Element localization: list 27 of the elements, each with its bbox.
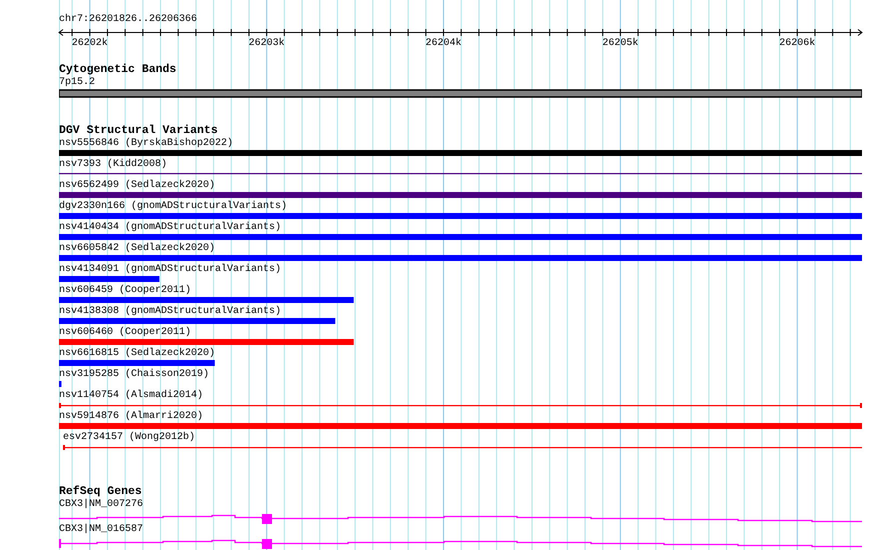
feature-label: CBX3|NM_016587 [59, 524, 144, 536]
track-title: DGV Structural Variants [59, 125, 218, 137]
feature-label: nsv6616815 (Sedlazeck2020) [59, 348, 216, 360]
feature-label: nsv4134091 (gnomADStructuralVariants) [59, 264, 282, 276]
tick-label: 26202k [72, 38, 108, 49]
feature-label: nsv3195285 (Chaisson2019) [59, 369, 210, 381]
feature-label: nsv4138308 (gnomADStructuralVariants) [59, 306, 282, 318]
feature-label: dgv2330n166 (gnomADStructuralVariants) [59, 201, 288, 213]
feature-label: nsv1140754 (Alsmadi2014) [59, 390, 204, 402]
tick-label: 26204k [426, 38, 462, 49]
feature-label: nsv6562499 (Sedlazeck2020) [59, 180, 216, 192]
feature-label: nsv606460 (Cooper2011) [59, 327, 192, 339]
tick-label: 26205k [602, 38, 638, 49]
track-title: RefSeq Genes [59, 486, 142, 498]
tick-label: 26206k [779, 38, 816, 49]
feature-label: nsv7393 (Kidd2008) [59, 159, 168, 171]
track-title: Cytogenetic Bands [59, 64, 176, 76]
feature-label: nsv6605842 (Sedlazeck2020) [59, 243, 216, 255]
feature-label: nsv606459 (Cooper2011) [59, 285, 192, 297]
feature-label: CBX3|NM_007276 [59, 499, 144, 511]
feature-label: 7p15.2 [59, 77, 96, 89]
feature-label: nsv4140434 (gnomADStructuralVariants) [59, 222, 282, 234]
feature-label: nsv5914876 (Almarri2020) [59, 411, 204, 423]
location-label: chr7:26201826..26206366 [59, 14, 198, 26]
tick-label: 26203k [248, 38, 285, 49]
feature-label: nsv5556846 (ByrskaBishop2022) [59, 138, 234, 150]
feature-label: esv2734157 (Wong2012b) [63, 432, 196, 444]
